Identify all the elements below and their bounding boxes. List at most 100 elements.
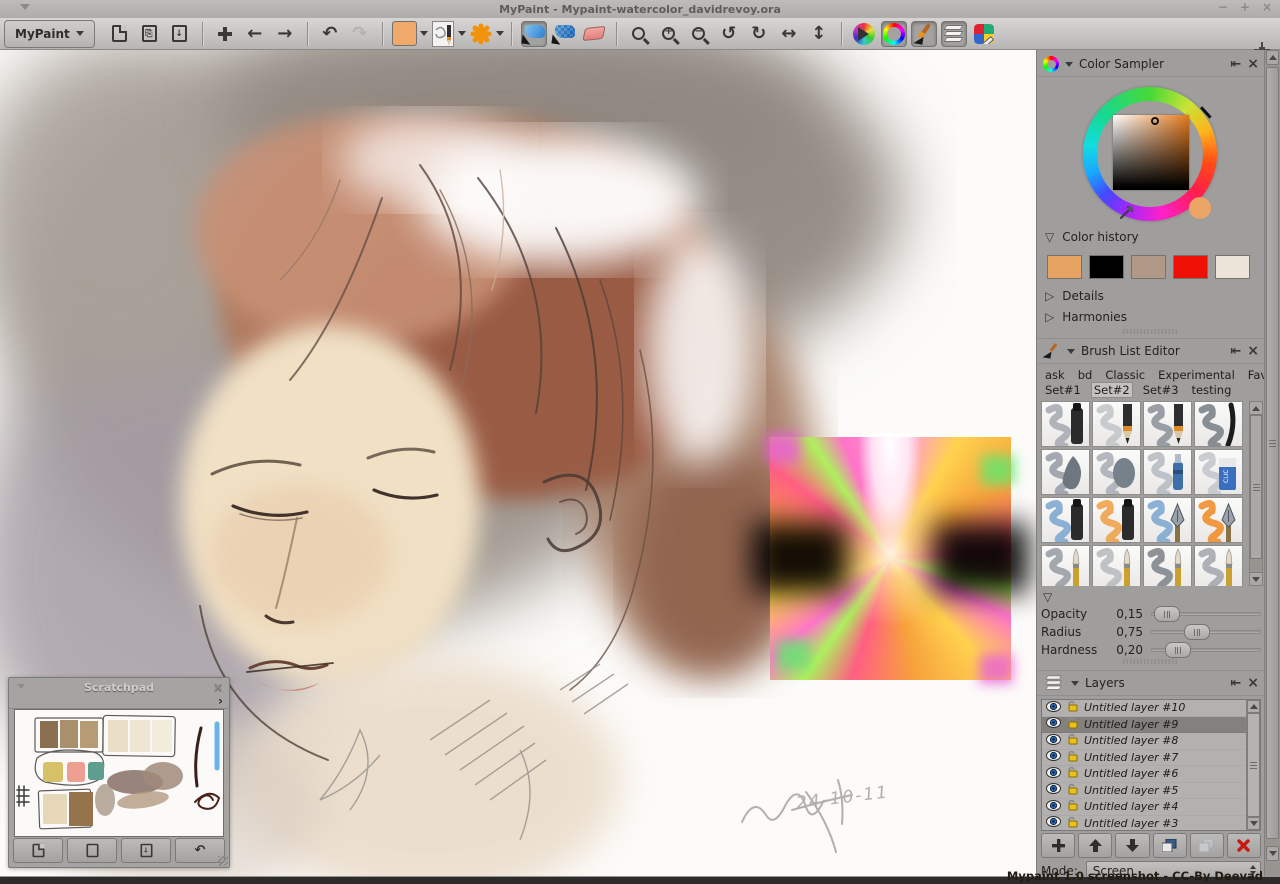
sv-selector-circle[interactable] — [1151, 117, 1159, 125]
scratchpad-copy-button[interactable]: ⎘ — [137, 21, 163, 47]
snap-left-icon[interactable]: ⇤ — [1230, 676, 1241, 691]
brush-tile[interactable] — [1041, 497, 1090, 543]
brush-tile[interactable]: CLIC — [1194, 449, 1243, 495]
chevron-down-icon[interactable] — [17, 684, 25, 689]
brush-editor-header[interactable]: Brush List Editor ⇤ × — [1037, 339, 1265, 364]
lock-icon[interactable] — [1066, 733, 1079, 748]
brush-settings-button[interactable] — [468, 21, 494, 47]
resize-grip[interactable] — [218, 856, 228, 866]
scratchpad-titlebar[interactable]: Scratchpad × — [9, 678, 229, 696]
brush-group-tab[interactable]: Classic — [1103, 368, 1147, 382]
brush-tile[interactable] — [1143, 497, 1192, 543]
layer-row[interactable]: Untitled layer #8 — [1042, 733, 1260, 750]
color-history-swatch[interactable] — [1089, 255, 1124, 279]
layers-toggle-button[interactable] — [941, 21, 967, 47]
lock-icon[interactable] — [1066, 783, 1079, 798]
brush-tile[interactable] — [1092, 545, 1141, 586]
mypaint-menu-button[interactable]: MyPaint — [4, 20, 95, 48]
chevron-down-icon[interactable] — [496, 31, 504, 36]
visibility-eye-icon[interactable] — [1046, 750, 1061, 764]
rotate-ccw-button[interactable]: ↺ — [716, 21, 742, 47]
eyedropper-icon[interactable] — [1117, 204, 1135, 222]
lock-icon[interactable] — [1066, 700, 1079, 715]
details-expander[interactable]: ▷ Details — [1045, 289, 1104, 303]
undo-button[interactable]: ↶ — [317, 21, 343, 47]
snap-left-icon[interactable]: ⇤ — [1230, 57, 1241, 72]
lock-icon[interactable] — [1066, 750, 1079, 765]
radius-slider[interactable] — [1151, 630, 1261, 634]
lock-alpha-mode-button[interactable] — [551, 21, 577, 47]
brush-group-tab[interactable]: Set#2 — [1092, 383, 1132, 397]
color-history-swatch[interactable] — [1173, 255, 1208, 279]
zoom-out-button[interactable]: − — [686, 21, 712, 47]
mirror-vertical-button[interactable]: ↕ — [806, 21, 832, 47]
brush-tile[interactable] — [1143, 449, 1192, 495]
scratchpad-save-button[interactable]: ↓ — [167, 21, 193, 47]
brush-group-tab[interactable]: testing — [1190, 383, 1234, 397]
brush-group-tab[interactable]: ask — [1043, 368, 1067, 382]
visibility-eye-icon[interactable] — [1046, 734, 1061, 748]
layer-row[interactable]: Untitled layer #5 — [1042, 783, 1260, 800]
visibility-eye-icon[interactable] — [1046, 767, 1061, 781]
color-history-expander[interactable]: ▽ Color history — [1045, 230, 1139, 244]
scratchpad-canvas[interactable] — [14, 709, 224, 837]
scroll-thumb[interactable] — [1250, 415, 1262, 559]
layer-row[interactable]: Untitled layer #7 — [1042, 750, 1260, 767]
brush-tile[interactable] — [1092, 449, 1141, 495]
scroll-thumb[interactable] — [1266, 67, 1279, 839]
minimize-button[interactable]: − — [1218, 0, 1228, 14]
add-button[interactable] — [212, 21, 238, 47]
add-layer-button[interactable] — [1041, 833, 1075, 858]
snap-left-icon[interactable]: ⇤ — [1230, 344, 1241, 359]
hardness-slider[interactable] — [1151, 648, 1261, 652]
close-icon[interactable]: × — [213, 680, 223, 694]
color-swatch-button[interactable] — [392, 21, 418, 47]
layer-row[interactable]: Untitled layer #10 — [1042, 700, 1260, 717]
scroll-down-button[interactable] — [1266, 846, 1279, 861]
brush-tile[interactable] — [1143, 545, 1192, 586]
maximize-button[interactable]: + — [1240, 0, 1250, 14]
scroll-down-button[interactable] — [1247, 817, 1260, 830]
brush-tile[interactable] — [1041, 401, 1090, 447]
redo-button[interactable]: ↷ — [347, 21, 373, 47]
mirror-horizontal-button[interactable]: ↔ — [776, 21, 802, 47]
visibility-eye-icon[interactable] — [1046, 717, 1061, 731]
chevron-down-icon[interactable] — [1071, 681, 1079, 686]
chevron-down-icon[interactable] — [1067, 349, 1075, 354]
scroll-up-button[interactable] — [1250, 402, 1262, 415]
color-history-swatch[interactable] — [1047, 255, 1082, 279]
scratchpad-new-page-button[interactable] — [13, 838, 63, 863]
lock-icon[interactable] — [1066, 799, 1079, 814]
rotate-cw-button[interactable]: ↻ — [746, 21, 772, 47]
palette-toggle-button[interactable] — [971, 21, 997, 47]
brush-tile[interactable] — [1092, 497, 1141, 543]
zoom-in-button[interactable]: + — [656, 21, 682, 47]
prev-button[interactable]: ← — [242, 21, 268, 47]
layer-row[interactable]: Untitled layer #4 — [1042, 799, 1260, 816]
close-button[interactable]: × — [1262, 0, 1272, 14]
layers-header[interactable]: Layers ⇤ × — [1037, 671, 1265, 696]
brush-tile[interactable] — [1194, 401, 1243, 447]
brush-group-tab[interactable]: Experimental — [1156, 368, 1237, 382]
scratchpad-new-button[interactable] — [107, 21, 133, 47]
scratchpad-copy-button[interactable] — [67, 838, 117, 863]
search-button[interactable] — [626, 21, 652, 47]
sidebar-scrollbar[interactable] — [1264, 50, 1280, 884]
color-sampler-toggle-button[interactable] — [881, 21, 907, 47]
raise-layer-button[interactable] — [1078, 833, 1112, 858]
scratchpad-save-button[interactable]: ↓ — [121, 838, 171, 863]
panel-resize-handle[interactable] — [1123, 659, 1179, 664]
chevron-down-icon[interactable] — [458, 31, 466, 36]
visibility-eye-icon[interactable] — [1046, 701, 1061, 715]
visibility-eye-icon[interactable] — [1046, 783, 1061, 797]
layer-list-scrollbar[interactable] — [1246, 700, 1260, 830]
scroll-up-button[interactable] — [1247, 700, 1260, 713]
close-icon[interactable]: × — [1247, 343, 1259, 359]
color-history-swatch[interactable] — [1215, 255, 1250, 279]
color-history-swatch[interactable] — [1131, 255, 1166, 279]
harmonies-expander[interactable]: ▷ Harmonies — [1045, 310, 1127, 324]
brush-group-tab[interactable]: Set#1 — [1043, 383, 1083, 397]
scroll-up-button[interactable] — [1266, 50, 1279, 65]
lock-icon[interactable] — [1066, 717, 1079, 732]
brush-tile[interactable] — [1041, 545, 1090, 586]
